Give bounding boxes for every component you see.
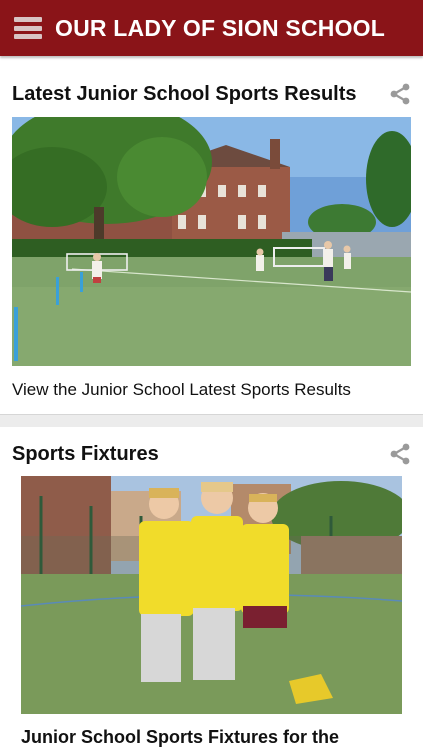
app-title: OUR LADY OF SION SCHOOL <box>55 14 386 41</box>
news-card-sports-fixtures[interactable]: Sports Fixtures Junior School Sports Fix… <box>0 427 423 750</box>
app-bar: OUR LADY OF SION SCHOOL <box>0 0 423 56</box>
sports-fixtures-photo[interactable] <box>21 476 402 714</box>
news-card-sports-results[interactable]: Latest Junior School Sports Results View… <box>0 62 423 414</box>
card-divider <box>0 414 423 427</box>
card-header: Latest Junior School Sports Results <box>12 74 411 114</box>
sports-results-photo[interactable] <box>12 117 411 366</box>
card-title: Latest Junior School Sports Results <box>12 82 357 105</box>
sports-results-link[interactable]: View the Junior School Latest Sports Res… <box>12 380 351 400</box>
sports-fixtures-link[interactable]: Junior School Sports Fixtures for the <box>21 727 339 748</box>
share-icon[interactable] <box>389 443 411 465</box>
menu-icon[interactable] <box>14 17 42 39</box>
card-header: Sports Fixtures <box>12 434 411 474</box>
card-title: Sports Fixtures <box>12 442 159 465</box>
share-icon[interactable] <box>389 83 411 105</box>
